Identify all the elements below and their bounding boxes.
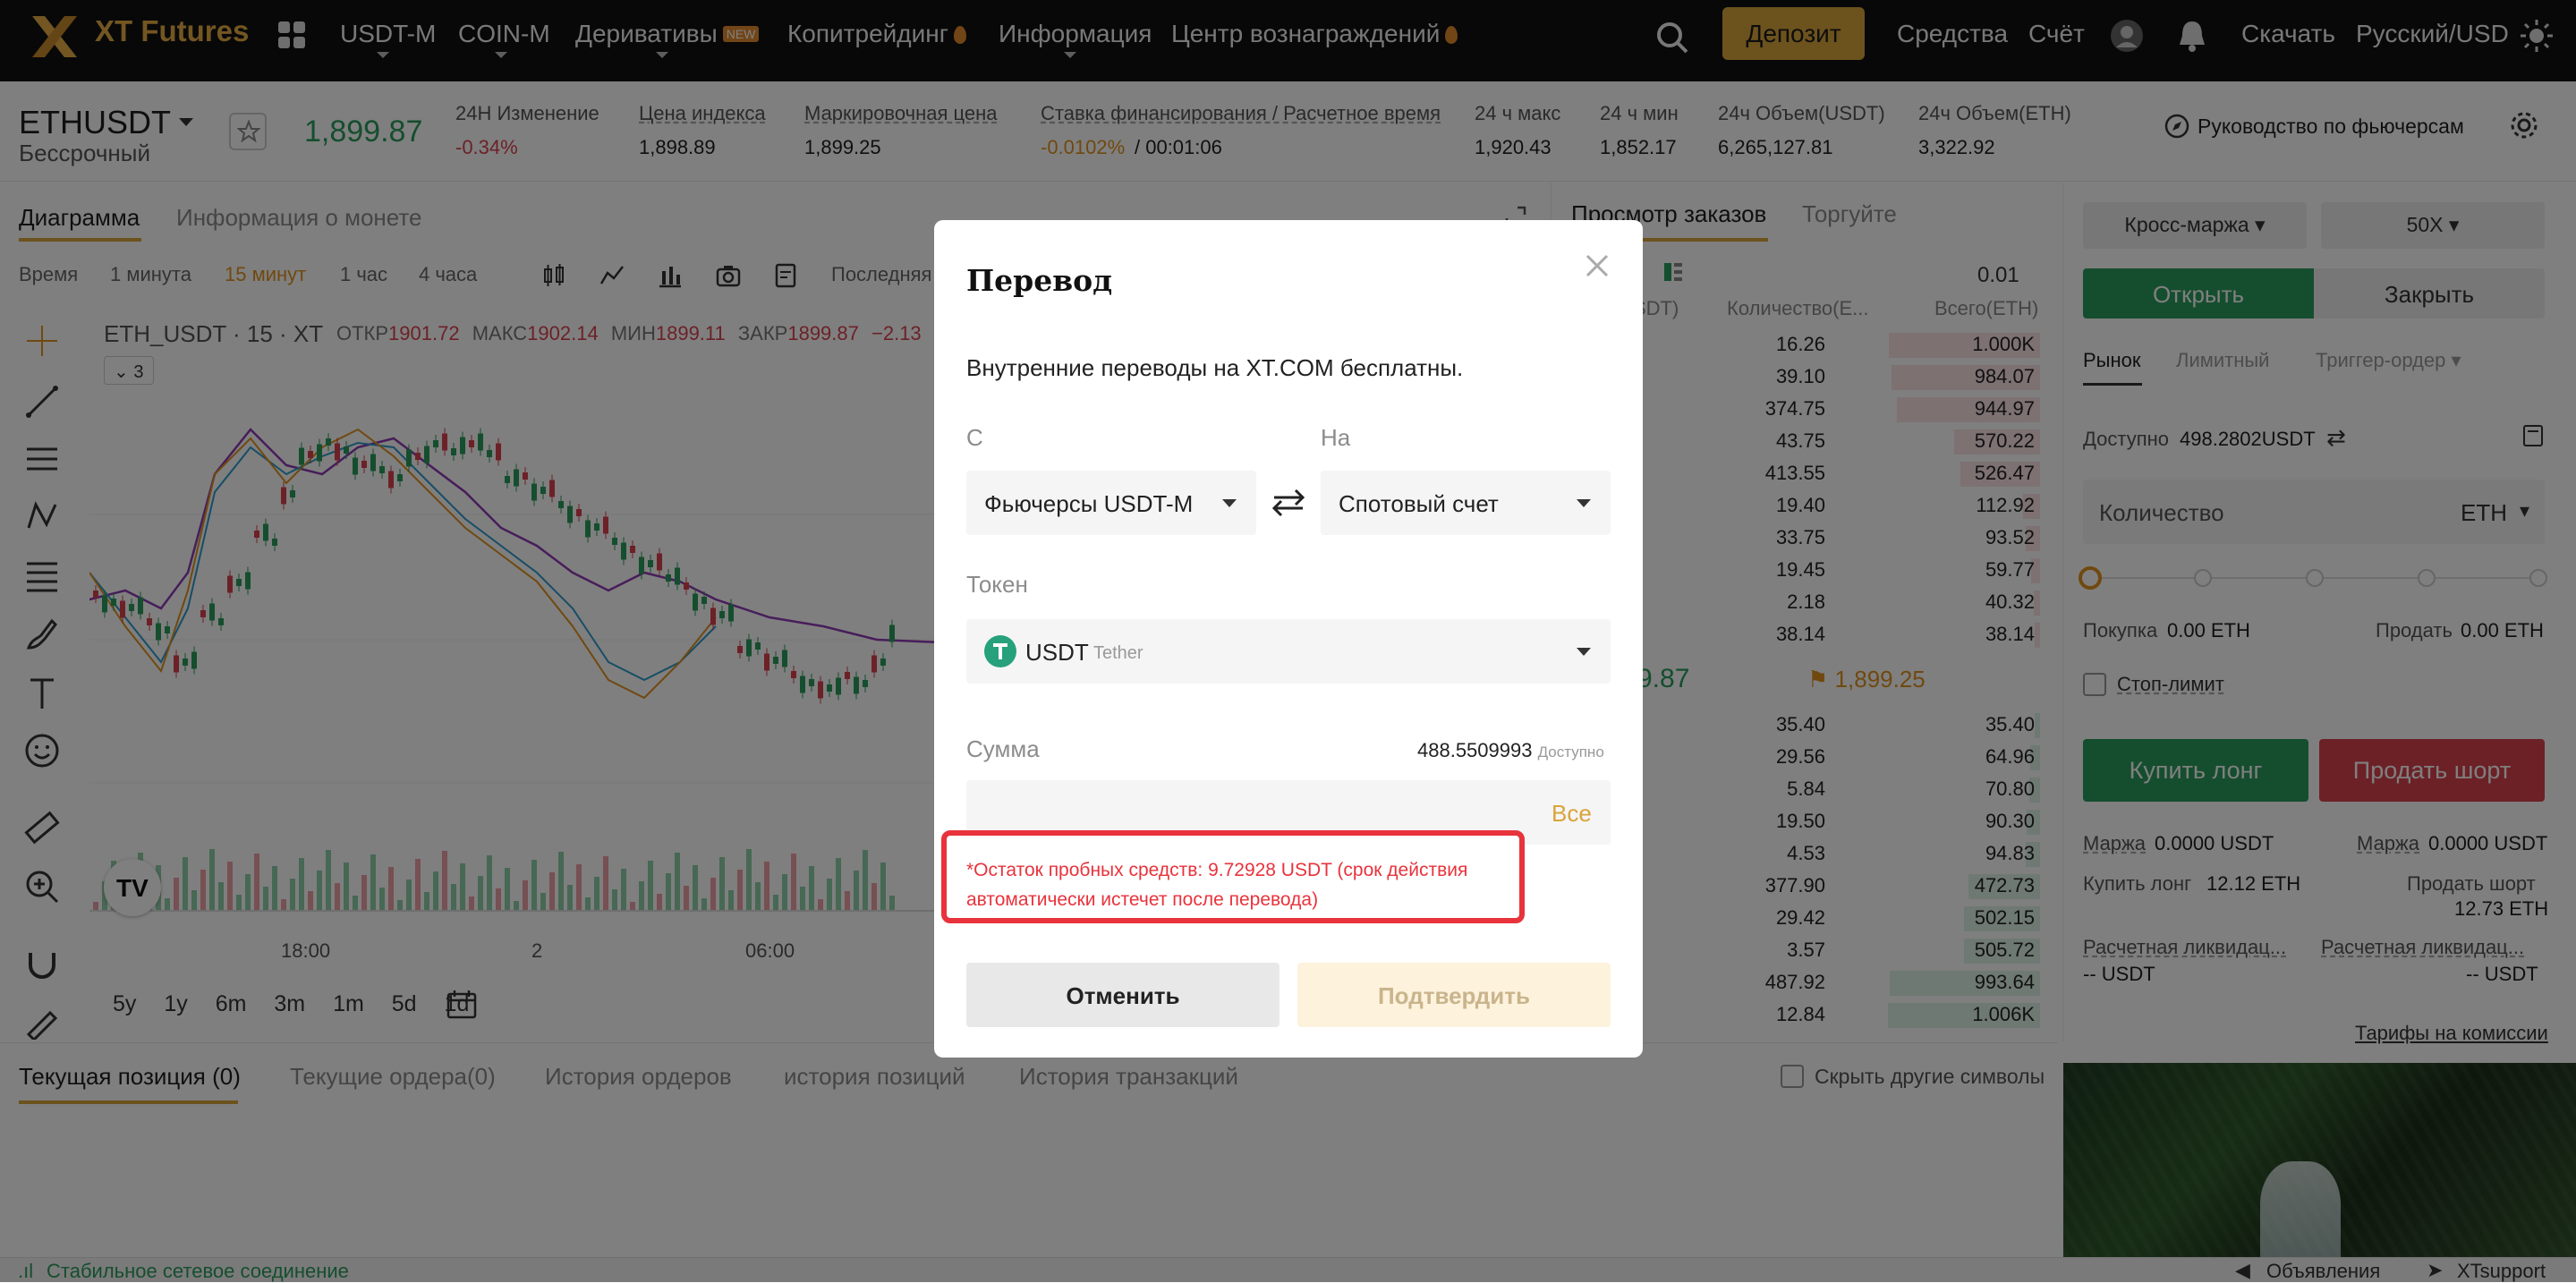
tether-icon bbox=[984, 635, 1016, 667]
available-amount: 488.5509993 Доступно bbox=[1417, 739, 1604, 762]
close-icon[interactable] bbox=[1584, 252, 1611, 279]
cancel-button[interactable]: Отменить bbox=[966, 963, 1279, 1027]
transfer-modal: Перевод Внутренние переводы на XT.COM бе… bbox=[934, 220, 1643, 1058]
trial-balance-warning: *Остаток пробных средств: 9.72928 USDT (… bbox=[941, 830, 1525, 923]
from-account-select[interactable]: Фьючерсы USDT-M bbox=[966, 471, 1256, 535]
token-name: Tether bbox=[1093, 643, 1143, 663]
modal-title: Перевод bbox=[966, 263, 1113, 298]
modal-subtitle: Внутренние переводы на XT.COM бесплатны. bbox=[966, 354, 1464, 381]
to-label: На bbox=[1321, 424, 1351, 451]
token-symbol: USDT bbox=[1025, 639, 1089, 666]
token-label: Токен bbox=[966, 571, 1028, 598]
to-account-value: Спотовый счет bbox=[1339, 490, 1499, 517]
confirm-button[interactable]: Подтвердить bbox=[1297, 963, 1611, 1027]
max-amount-button[interactable]: Все bbox=[1552, 800, 1592, 828]
from-label: С bbox=[966, 424, 983, 451]
amount-label: Сумма bbox=[966, 735, 1040, 762]
chevron-down-icon bbox=[1577, 499, 1591, 507]
chevron-down-icon bbox=[1222, 499, 1237, 507]
token-select[interactable]: USDT Tether bbox=[966, 619, 1611, 684]
available-amount-label: Доступно bbox=[1537, 743, 1604, 760]
to-account-select[interactable]: Спотовый счет bbox=[1321, 471, 1611, 535]
chevron-down-icon bbox=[1577, 648, 1591, 656]
available-amount-value: 488.5509993 bbox=[1417, 739, 1533, 761]
swap-direction-icon[interactable] bbox=[1271, 485, 1306, 521]
from-account-value: Фьючерсы USDT-M bbox=[984, 490, 1194, 517]
warning-text: *Остаток пробных средств: 9.72928 USDT (… bbox=[966, 860, 1468, 910]
